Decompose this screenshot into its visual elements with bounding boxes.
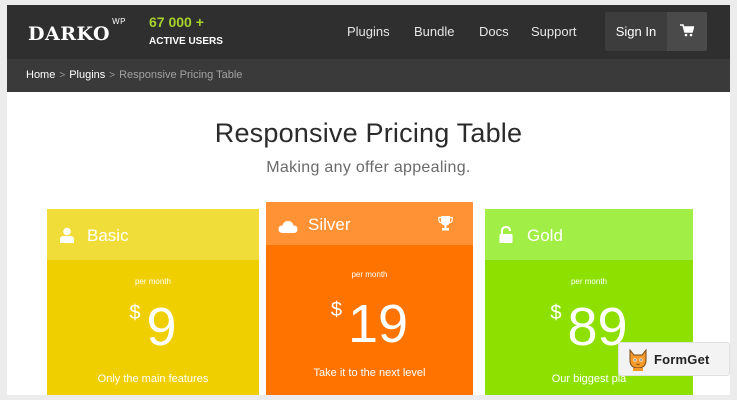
page-title: Responsive Pricing Table — [214, 118, 523, 148]
plan-period: per month — [134, 277, 172, 286]
brand-name: DARKO — [28, 23, 111, 45]
card-header: Silver — [266, 202, 473, 245]
nav-docs[interactable]: Docs — [479, 24, 509, 39]
sign-in-button[interactable]: Sign In — [605, 12, 667, 51]
price-currency: $ — [330, 299, 343, 321]
plan-price: $19 — [266, 297, 473, 351]
breadcrumb-home[interactable]: Home — [26, 69, 55, 81]
user-icon — [60, 227, 74, 243]
formget-label: FormGet — [654, 352, 710, 367]
price-currency: $ — [129, 302, 141, 324]
plan-name: Basic — [87, 226, 129, 245]
plan-description: Only the main features — [97, 373, 209, 385]
card-header: Basic — [47, 209, 259, 260]
price-currency: $ — [550, 302, 562, 324]
plan-period: per month — [351, 270, 388, 279]
card-header: Gold — [485, 209, 693, 260]
card-body: per month $19 Take it to the next level — [266, 245, 473, 395]
active-users-count: 67 000 + — [149, 14, 204, 30]
chevron-right-icon: > — [109, 70, 116, 81]
price-amount: 19 — [348, 294, 409, 354]
plan-name: Silver — [308, 215, 351, 234]
active-users-label: ACTIVE USERS — [149, 36, 223, 47]
chevron-right-icon: > — [59, 70, 66, 81]
nav-bundle[interactable]: Bundle — [414, 24, 454, 39]
formget-cat-icon — [629, 348, 647, 371]
top-navbar: DARKOWP 67 000 + ACTIVE USERS Plugins Bu… — [7, 5, 730, 59]
formget-badge: FormGet — [618, 342, 730, 376]
brand-sup: WP — [112, 16, 126, 26]
active-users: 67 000 + ACTIVE USERS — [149, 14, 223, 50]
breadcrumb-plugins[interactable]: Plugins — [69, 69, 105, 81]
page-frame: DARKOWP 67 000 + ACTIVE USERS Plugins Bu… — [7, 5, 730, 395]
plan-price: $9 — [47, 300, 259, 354]
price-amount: 9 — [146, 297, 177, 357]
plan-description: Take it to the next level — [313, 367, 426, 379]
plan-name: Gold — [527, 226, 563, 245]
page-subtitle: Making any offer appealing. — [266, 159, 471, 176]
card-body: per month $9 Only the main features — [47, 260, 259, 395]
cart-icon — [680, 24, 694, 37]
brand-logo[interactable]: DARKOWP — [28, 17, 125, 45]
breadcrumb-current: Responsive Pricing Table — [119, 69, 243, 81]
cart-button[interactable] — [667, 12, 707, 51]
trophy-icon — [438, 216, 453, 231]
cloud-icon — [278, 221, 298, 233]
lock-icon — [499, 226, 513, 243]
nav-plugins[interactable]: Plugins — [347, 24, 390, 39]
breadcrumb-trail: Home > Plugins > Responsive Pricing Table — [26, 69, 242, 81]
plan-period: per month — [570, 277, 608, 286]
pricing-card-basic[interactable]: Basic per month $9 Only the main feature… — [47, 209, 259, 395]
breadcrumb: Home > Plugins > Responsive Pricing Table — [7, 59, 730, 92]
pricing-card-silver[interactable]: Silver per month $19 Take it to the next… — [266, 202, 473, 395]
nav-support[interactable]: Support — [531, 24, 577, 39]
